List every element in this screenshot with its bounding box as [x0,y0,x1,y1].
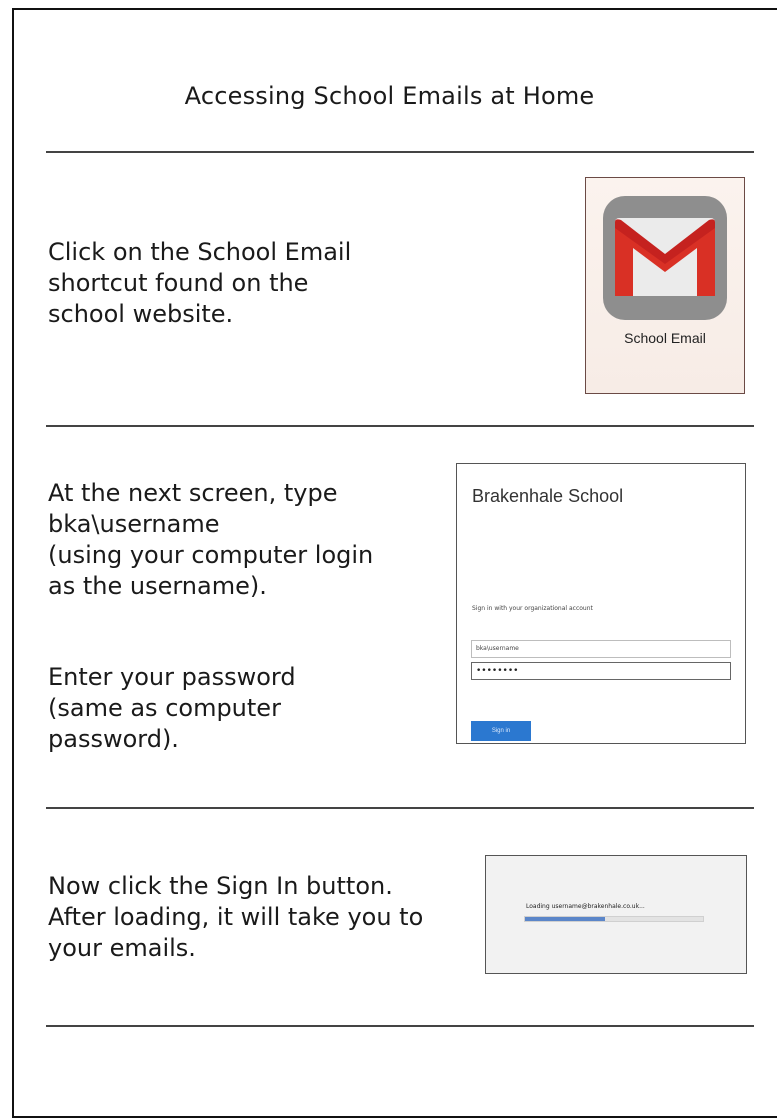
step-2-password-text: Enter your password (same as computer pa… [48,662,296,755]
step-2-line: as the username). [48,572,267,600]
step-2-line: (using your computer login [48,541,374,569]
signin-screenshot: Brakenhale School Sign in with your orga… [456,463,746,744]
signin-prompt: Sign in with your organizational account [472,605,593,612]
sign-in-button[interactable]: Sign in [471,721,531,741]
step-2-line: bka\username [48,510,220,538]
divider [46,1025,754,1027]
step-2-line: password). [48,725,179,753]
divider [46,425,754,427]
password-field[interactable]: •••••••• [471,662,731,680]
loading-text: Loading username@brakenhale.co.uk... [526,903,645,910]
step-2-line: At the next screen, type [48,479,338,507]
step-2-line: Enter your password [48,663,296,691]
progress-bar [524,916,704,922]
divider [46,151,754,153]
page-title: Accessing School Emails at Home [184,82,595,110]
step-1-line: shortcut found on the [48,269,309,297]
step-1-text: Click on the School Email shortcut found… [48,237,351,330]
username-field[interactable]: bka\username [471,640,731,658]
step-1-line: school website. [48,300,234,328]
organization-name: Brakenhale School [472,486,624,506]
password-value: •••••••• [476,666,519,676]
step-3-line: Now click the Sign In button. [48,872,393,900]
step-3-line: After loading, it will take you to [48,903,424,931]
step-3-text: Now click the Sign In button. After load… [48,871,423,964]
school-email-shortcut[interactable]: School Email [585,177,745,394]
step-3-line: your emails. [48,934,196,962]
progress-fill [525,917,606,921]
divider [46,807,754,809]
gmail-icon [603,196,727,320]
step-2-line: (same as computer [48,694,281,722]
step-1-line: Click on the School Email [48,238,352,266]
step-2-text: At the next screen, type bka\username (u… [48,478,373,602]
shortcut-label: School Email [624,330,706,346]
loading-screenshot: Loading username@brakenhale.co.uk... [485,855,747,974]
